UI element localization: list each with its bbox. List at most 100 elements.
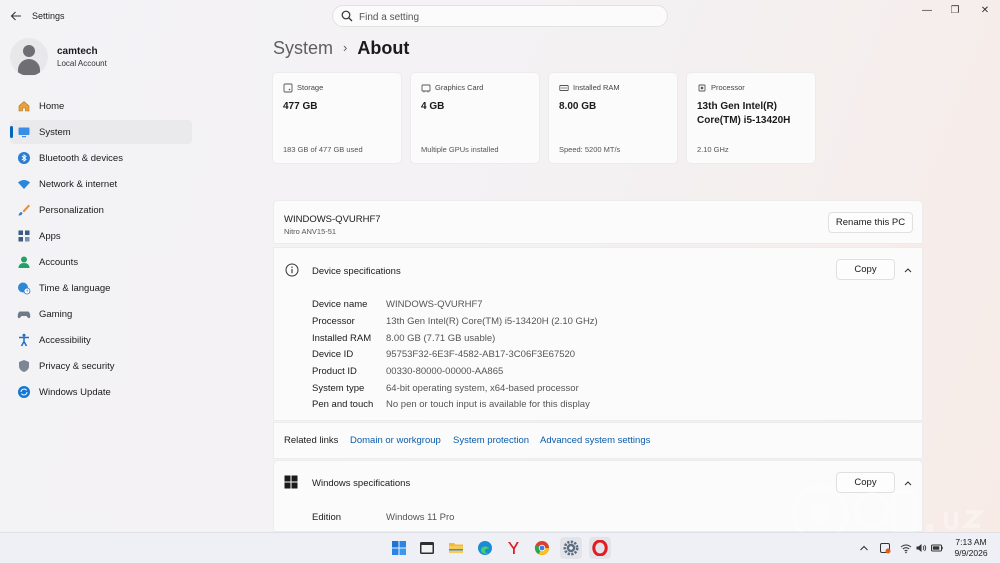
edge-icon (478, 541, 492, 555)
spec-key: Edition (312, 512, 342, 523)
chevron-up-icon[interactable] (902, 264, 914, 276)
domain-workgroup-link[interactable]: Domain or workgroup (350, 435, 441, 446)
sidebar-item-label: Network & internet (39, 179, 118, 190)
breadcrumb: System › About (273, 38, 409, 62)
sidebar-item-system[interactable]: System (10, 120, 192, 144)
card-sub: 183 GB of 477 GB used (283, 145, 363, 154)
wifi-icon[interactable] (900, 542, 912, 554)
sidebar-item-personalization[interactable]: Personalization (10, 198, 192, 222)
minimize-button[interactable]: — (912, 3, 942, 19)
ram-card[interactable]: Installed RAM 8.00 GB Speed: 5200 MT/s (548, 72, 678, 164)
bluetooth-icon (18, 152, 30, 164)
search-box[interactable] (332, 5, 668, 27)
page-title: About (357, 38, 410, 58)
sidebar-item-accessibility[interactable]: Accessibility (10, 328, 192, 352)
sidebar-item-apps[interactable]: Apps (10, 224, 192, 248)
taskbar-chrome[interactable] (531, 537, 553, 559)
user-profile[interactable]: camtech Local Account (10, 38, 190, 76)
account-type: Local Account (57, 59, 107, 68)
sidebar-item-time-language[interactable]: Time & language (10, 276, 192, 300)
device-model: Nitro ANV15-51 (284, 227, 337, 236)
spec-value: 64-bit operating system, x64-based proce… (386, 383, 579, 394)
taskbar-clock-time[interactable]: 7:13 AM (946, 537, 996, 547)
back-button[interactable] (8, 8, 24, 24)
spec-key: Pen and touch (312, 399, 374, 410)
card-label: Storage (297, 83, 324, 92)
card-label: Graphics Card (435, 83, 484, 92)
card-sub: 2.10 GHz (697, 145, 729, 154)
breadcrumb-parent[interactable]: System (273, 38, 333, 58)
sidebar-item-accounts[interactable]: Accounts (10, 250, 192, 274)
spec-row-device-name: Device name WINDOWS-QVURHF7 (312, 299, 912, 313)
show-hidden-icons-icon[interactable] (858, 542, 870, 554)
card-sub: Multiple GPUs installed (421, 145, 499, 154)
storage-icon (283, 83, 293, 93)
sidebar-nav: Home System Bluetooth & devices Network … (10, 94, 192, 406)
spec-key: Device name (312, 299, 368, 310)
processor-card[interactable]: Processor 13th Gen Intel(R) Core(TM) i5-… (686, 72, 816, 164)
section-title: Device specifications (312, 266, 401, 277)
sidebar-item-label: System (39, 127, 71, 138)
sidebar-item-windows-update[interactable]: Windows Update (10, 380, 192, 404)
rename-pc-button[interactable]: Rename this PC (828, 212, 913, 233)
search-icon (341, 10, 353, 22)
cpu-icon (698, 84, 706, 92)
sidebar-item-label: Home (39, 101, 65, 112)
card-value: 4 GB (421, 101, 445, 112)
spec-row-installed-ram: Installed RAM 8.00 GB (7.71 GB usable) (312, 333, 912, 347)
advanced-system-settings-link[interactable]: Advanced system settings (540, 435, 650, 446)
ram-icon (559, 85, 569, 91)
sidebar-item-label: Gaming (39, 309, 73, 320)
sidebar-item-label: Privacy & security (39, 361, 115, 372)
storage-card[interactable]: Storage 477 GB 183 GB of 477 GB used (272, 72, 402, 164)
battery-icon[interactable] (931, 542, 943, 554)
taskbar-opera[interactable] (589, 537, 611, 559)
windows-logo-icon (284, 475, 298, 489)
sidebar-item-label: Accessibility (39, 335, 91, 346)
spec-key: Product ID (312, 366, 357, 377)
graphics-card[interactable]: Graphics Card 4 GB Multiple GPUs install… (410, 72, 540, 164)
taskbar-clock-date[interactable]: 9/9/2026 (946, 548, 996, 558)
device-name: WINDOWS-QVURHF7 (284, 214, 381, 225)
sidebar-item-bluetooth[interactable]: Bluetooth & devices (10, 146, 192, 170)
sidebar-item-label: Time & language (39, 283, 111, 294)
home-icon (18, 101, 30, 112)
taskbar-file-explorer[interactable] (445, 537, 467, 559)
sidebar-item-privacy[interactable]: Privacy & security (10, 354, 192, 378)
sidebar-item-network[interactable]: Network & internet (10, 172, 192, 196)
related-links-panel: Related links Domain or workgroup System… (273, 422, 923, 459)
opera-icon (592, 540, 608, 556)
taskbar-start[interactable] (388, 537, 410, 559)
file-explorer-icon (449, 543, 463, 553)
title-bar: Settings — ❐ ✕ (0, 0, 1000, 32)
close-button[interactable]: ✕ (970, 3, 1000, 19)
spec-key: Installed RAM (312, 333, 372, 344)
search-input[interactable] (359, 9, 659, 25)
sync-icon[interactable] (879, 542, 891, 554)
sidebar-item-home[interactable]: Home (10, 94, 192, 118)
spec-row-system-type: System type 64-bit operating system, x64… (312, 383, 912, 397)
sidebar-item-gaming[interactable]: Gaming (10, 302, 192, 326)
gamepad-icon (17, 311, 31, 319)
system-protection-link[interactable]: System protection (453, 435, 529, 446)
maximize-button[interactable]: ❐ (940, 3, 970, 19)
spec-value: No pen or touch input is available for t… (386, 399, 590, 410)
app-title: Settings (32, 11, 65, 21)
card-label: Installed RAM (573, 83, 620, 92)
taskbar-settings[interactable] (560, 537, 582, 559)
system-icon (18, 127, 30, 138)
user-name: camtech (57, 46, 98, 57)
taskbar-edge[interactable] (474, 537, 496, 559)
gpu-icon (421, 84, 431, 93)
settings-icon (563, 540, 579, 556)
spec-key: Processor (312, 316, 355, 327)
taskbar-terminal[interactable] (416, 537, 438, 559)
volume-icon[interactable] (915, 542, 927, 554)
info-icon (285, 263, 299, 277)
section-title: Windows specifications (312, 478, 411, 489)
taskbar-yandex[interactable] (502, 537, 524, 559)
sidebar-item-label: Windows Update (39, 387, 111, 398)
device-name-panel: WINDOWS-QVURHF7 Nitro ANV15-51 Rename th… (273, 200, 923, 244)
copy-device-specs-button[interactable]: Copy (836, 259, 895, 280)
accounts-icon (18, 256, 30, 268)
